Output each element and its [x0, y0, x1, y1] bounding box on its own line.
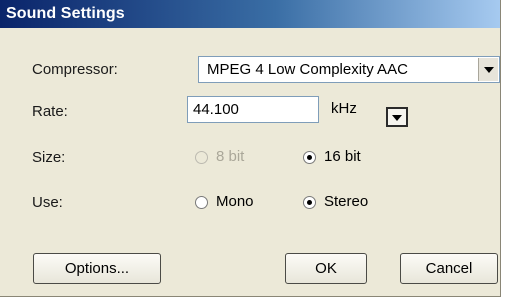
compressor-dropdown-button[interactable]	[478, 58, 498, 81]
size-16bit-label: 16 bit	[324, 148, 361, 165]
use-mono-radio[interactable]	[195, 196, 208, 209]
window-title: Sound Settings	[6, 5, 125, 22]
cancel-button[interactable]: Cancel	[400, 253, 498, 284]
use-stereo-radio[interactable]	[303, 196, 316, 209]
compressor-select[interactable]: MPEG 4 Low Complexity AAC	[198, 56, 500, 83]
compressor-label: Compressor:	[32, 61, 118, 78]
chevron-down-icon	[484, 67, 494, 73]
triangle-down-icon	[392, 115, 402, 121]
rate-value: 44.100	[193, 101, 239, 118]
sound-settings-dialog: Sound Settings Compressor: MPEG 4 Low Co…	[0, 0, 501, 297]
rate-input[interactable]: 44.100	[187, 96, 319, 123]
size-label: Size:	[32, 149, 66, 166]
size-8bit-radio[interactable]	[195, 151, 208, 164]
rate-menu-button[interactable]	[386, 107, 408, 127]
rate-label: Rate:	[32, 103, 68, 120]
use-stereo-label: Stereo	[324, 193, 369, 210]
compressor-value: MPEG 4 Low Complexity AAC	[207, 61, 408, 78]
radio-selected-dot	[307, 155, 312, 160]
radio-selected-dot	[307, 200, 312, 205]
options-button[interactable]: Options...	[33, 253, 161, 284]
use-label: Use:	[32, 194, 63, 211]
title-bar[interactable]: Sound Settings	[0, 0, 500, 28]
size-16bit-radio[interactable]	[303, 151, 316, 164]
ok-button[interactable]: OK	[285, 253, 367, 284]
size-8bit-label: 8 bit	[216, 148, 245, 165]
use-mono-label: Mono	[216, 193, 254, 210]
rate-unit: kHz	[331, 100, 357, 117]
